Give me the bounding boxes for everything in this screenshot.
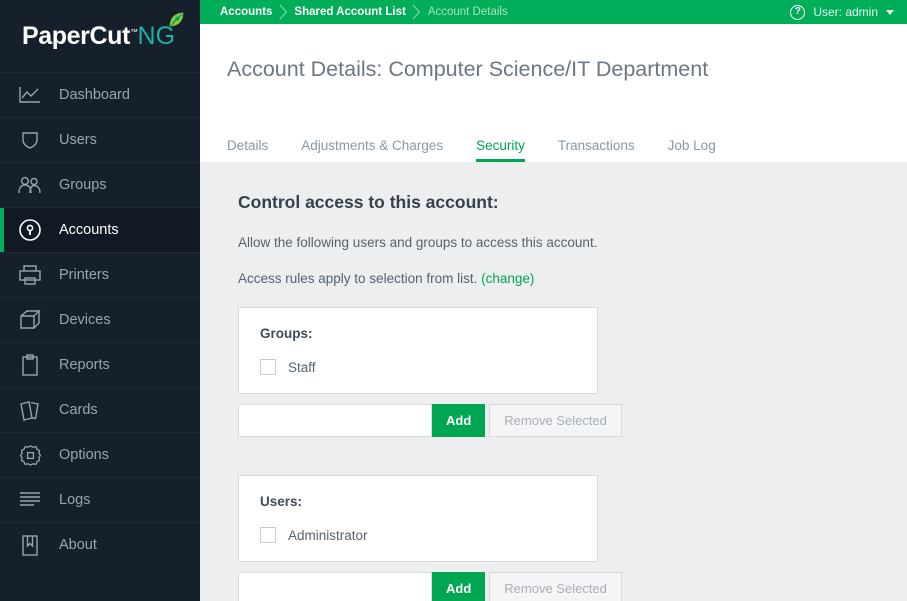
breadcrumb-item-account-details[interactable]: Account Details xyxy=(428,6,508,18)
cards-icon xyxy=(15,397,45,423)
breadcrumb-item-shared-account-list[interactable]: Shared Account List xyxy=(294,6,405,18)
sidebar-item-groups[interactable]: Groups xyxy=(0,162,200,207)
sidebar-item-label: Devices xyxy=(59,312,111,328)
users-entry-label: Administrator xyxy=(288,527,368,543)
groups-box: Groups: Staff xyxy=(238,307,598,394)
users-list-item: Administrator xyxy=(260,527,577,543)
access-rule-text: Access rules apply to selection from lis… xyxy=(238,271,478,286)
groups-label: Groups: xyxy=(260,326,313,341)
clipboard-icon xyxy=(15,352,45,378)
sidebar-item-label: Logs xyxy=(59,492,91,508)
sidebar-item-label: Users xyxy=(59,132,97,148)
breadcrumb-separator-icon xyxy=(406,0,428,24)
groups-action-row: Add Remove Selected xyxy=(238,404,622,437)
sidebar-item-devices[interactable]: Devices xyxy=(0,297,200,342)
groups-checkbox-staff[interactable] xyxy=(260,359,276,375)
application-window: PaperCut™NG Dashboard Users Groups Accou… xyxy=(0,0,907,601)
page-title: Account Details: Computer Science/IT Dep… xyxy=(227,57,709,81)
users-add-input[interactable] xyxy=(238,572,432,601)
sidebar-nav: Dashboard Users Groups Accounts Printers… xyxy=(0,72,200,567)
sidebar-item-printers[interactable]: Printers xyxy=(0,252,200,297)
tab-bar: Details Adjustments & Charges Security T… xyxy=(200,138,907,162)
groups-add-input[interactable] xyxy=(238,404,432,437)
sidebar-item-accounts[interactable]: Accounts xyxy=(0,207,200,252)
page-header: Account Details: Computer Science/IT Dep… xyxy=(200,24,907,138)
brand-logo-text: PaperCut™NG xyxy=(22,12,184,50)
main-area: Accounts Shared Account List Account Det… xyxy=(200,0,907,601)
breadcrumb: Accounts Shared Account List Account Det… xyxy=(220,0,508,24)
user-menu-label[interactable]: User: admin xyxy=(813,5,878,19)
user-shield-icon xyxy=(15,127,45,153)
printer-icon xyxy=(15,262,45,288)
sidebar-item-label: Options xyxy=(59,447,109,463)
sidebar-item-label: Cards xyxy=(59,402,98,418)
sidebar-item-label: Accounts xyxy=(59,222,119,238)
brand-logo[interactable]: PaperCut™NG xyxy=(0,0,200,72)
lines-log-icon xyxy=(15,487,45,513)
tab-security[interactable]: Security xyxy=(476,138,525,162)
sidebar-item-options[interactable]: Options xyxy=(0,432,200,477)
breadcrumb-separator-icon xyxy=(272,0,294,24)
tab-details[interactable]: Details xyxy=(227,138,268,162)
chart-line-icon xyxy=(15,82,45,108)
sidebar-item-label: Groups xyxy=(59,177,107,193)
groups-remove-selected-button[interactable]: Remove Selected xyxy=(489,404,622,437)
gear-icon xyxy=(15,442,45,468)
tab-adjustments-and-charges[interactable]: Adjustments & Charges xyxy=(301,138,443,162)
security-panel: Control access to this account: Allow th… xyxy=(200,162,907,601)
top-bar-right: ? User: admin xyxy=(790,0,894,24)
change-link[interactable]: (change) xyxy=(481,271,534,286)
section-description: Allow the following users and groups to … xyxy=(238,235,598,250)
account-lock-circle-icon xyxy=(15,217,45,243)
users-remove-selected-button[interactable]: Remove Selected xyxy=(489,572,622,601)
book-bookmark-icon xyxy=(15,532,45,558)
users-action-row: Add Remove Selected xyxy=(238,572,622,601)
leaf-icon xyxy=(169,12,184,26)
sidebar-item-label: Reports xyxy=(59,357,110,373)
brand-trademark: ™ xyxy=(129,27,138,37)
group-people-icon xyxy=(15,172,45,198)
groups-add-button[interactable]: Add xyxy=(432,404,486,437)
sidebar-item-logs[interactable]: Logs xyxy=(0,477,200,522)
help-question-icon[interactable]: ? xyxy=(790,4,806,20)
section-heading: Control access to this account: xyxy=(238,192,499,212)
users-add-button[interactable]: Add xyxy=(432,572,486,601)
groups-list-item: Staff xyxy=(260,359,577,375)
sidebar-item-reports[interactable]: Reports xyxy=(0,342,200,387)
users-box: Users: Administrator xyxy=(238,475,598,562)
sidebar-item-cards[interactable]: Cards xyxy=(0,387,200,432)
sidebar-item-label: Printers xyxy=(59,267,109,283)
sidebar: PaperCut™NG Dashboard Users Groups Accou… xyxy=(0,0,200,601)
users-label: Users: xyxy=(260,494,303,509)
groups-entry-label: Staff xyxy=(288,359,316,375)
tab-transactions[interactable]: Transactions xyxy=(558,138,635,162)
top-bar: Accounts Shared Account List Account Det… xyxy=(200,0,907,24)
sidebar-item-label: About xyxy=(59,537,97,553)
chevron-down-icon[interactable] xyxy=(886,9,894,15)
users-checkbox-administrator[interactable] xyxy=(260,527,276,543)
tab-job-log[interactable]: Job Log xyxy=(668,138,716,162)
brand-name-primary: PaperCut xyxy=(22,21,130,50)
device-icon xyxy=(15,307,45,333)
access-rule-line: Access rules apply to selection from lis… xyxy=(238,271,907,286)
breadcrumb-item-accounts[interactable]: Accounts xyxy=(220,6,272,18)
sidebar-item-users[interactable]: Users xyxy=(0,117,200,162)
sidebar-item-about[interactable]: About xyxy=(0,522,200,567)
sidebar-item-label: Dashboard xyxy=(59,87,130,103)
sidebar-item-dashboard[interactable]: Dashboard xyxy=(0,72,200,117)
